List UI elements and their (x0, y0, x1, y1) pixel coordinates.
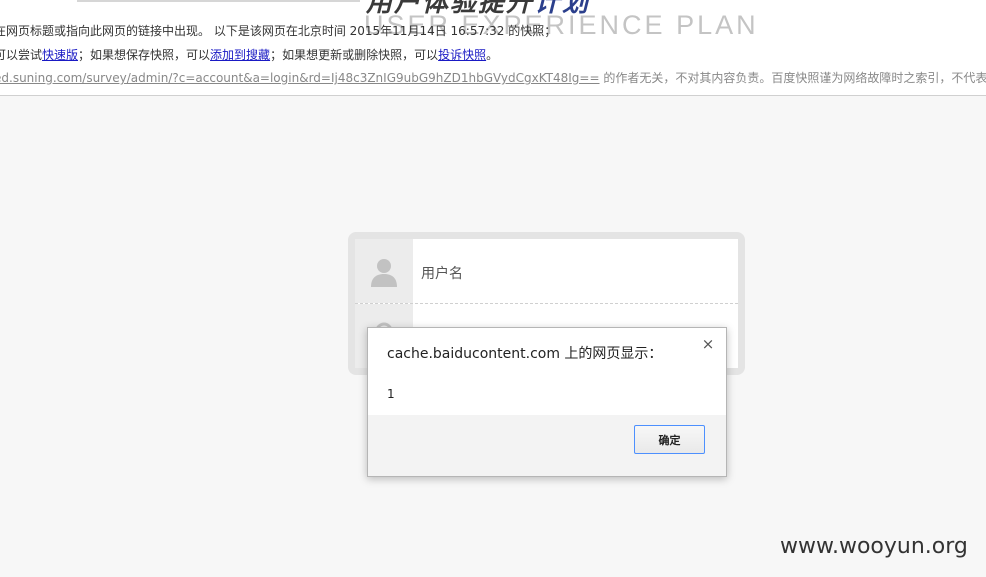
cache-header: 用户体验提升计划 USER EXPERIENCE PLAN 在网页标题或指向此网… (0, 0, 986, 96)
alert-footer: 确定 (368, 415, 726, 476)
watermark: www.wooyun.org (780, 534, 968, 559)
alert-message: 1 (387, 387, 395, 401)
line2-mid1: ；如果想保存快照，可以 (78, 48, 211, 62)
ok-button[interactable]: 确定 (634, 425, 705, 454)
user-icon (371, 259, 397, 287)
original-url-link[interactable]: ed.suning.com/survey/admin/?c=account&a=… (0, 71, 600, 85)
username-field[interactable]: 用户名 (355, 239, 738, 304)
cache-notice-line-2: 可以尝试快速版；如果想保存快照，可以添加到搜藏；如果想更新或删除快照，可以投诉快… (0, 46, 498, 63)
line2-suffix: 。 (486, 48, 499, 62)
fast-version-link[interactable]: 快速版 (42, 48, 78, 62)
line2-mid2: ；如果想更新或删除快照，可以 (270, 48, 439, 62)
cache-notice-line-3: ed.suning.com/survey/admin/?c=account&a=… (0, 69, 986, 86)
complain-snapshot-link[interactable]: 投诉快照 (438, 48, 486, 62)
add-to-favorites-link[interactable]: 添加到搜藏 (210, 48, 270, 62)
disclaimer-text: 的作者无关，不对其内容负责。百度快照谨为网络故障时之索引，不代表 (599, 71, 986, 85)
line2-prefix: 可以尝试 (0, 48, 43, 62)
cache-notice-line-1: 在网页标题或指向此网页的链接中出现。 以下是该网页在北京时间 2015年11月1… (0, 24, 557, 38)
username-icon-box (355, 239, 413, 303)
alert-title: cache.baiducontent.com 上的网页显示： (387, 346, 663, 362)
username-placeholder: 用户名 (421, 266, 463, 282)
close-icon[interactable]: × (698, 334, 718, 354)
top-divider (77, 0, 360, 2)
alert-dialog: cache.baiducontent.com 上的网页显示： × 1 确定 (367, 327, 727, 477)
alert-body: 1 (368, 373, 726, 415)
